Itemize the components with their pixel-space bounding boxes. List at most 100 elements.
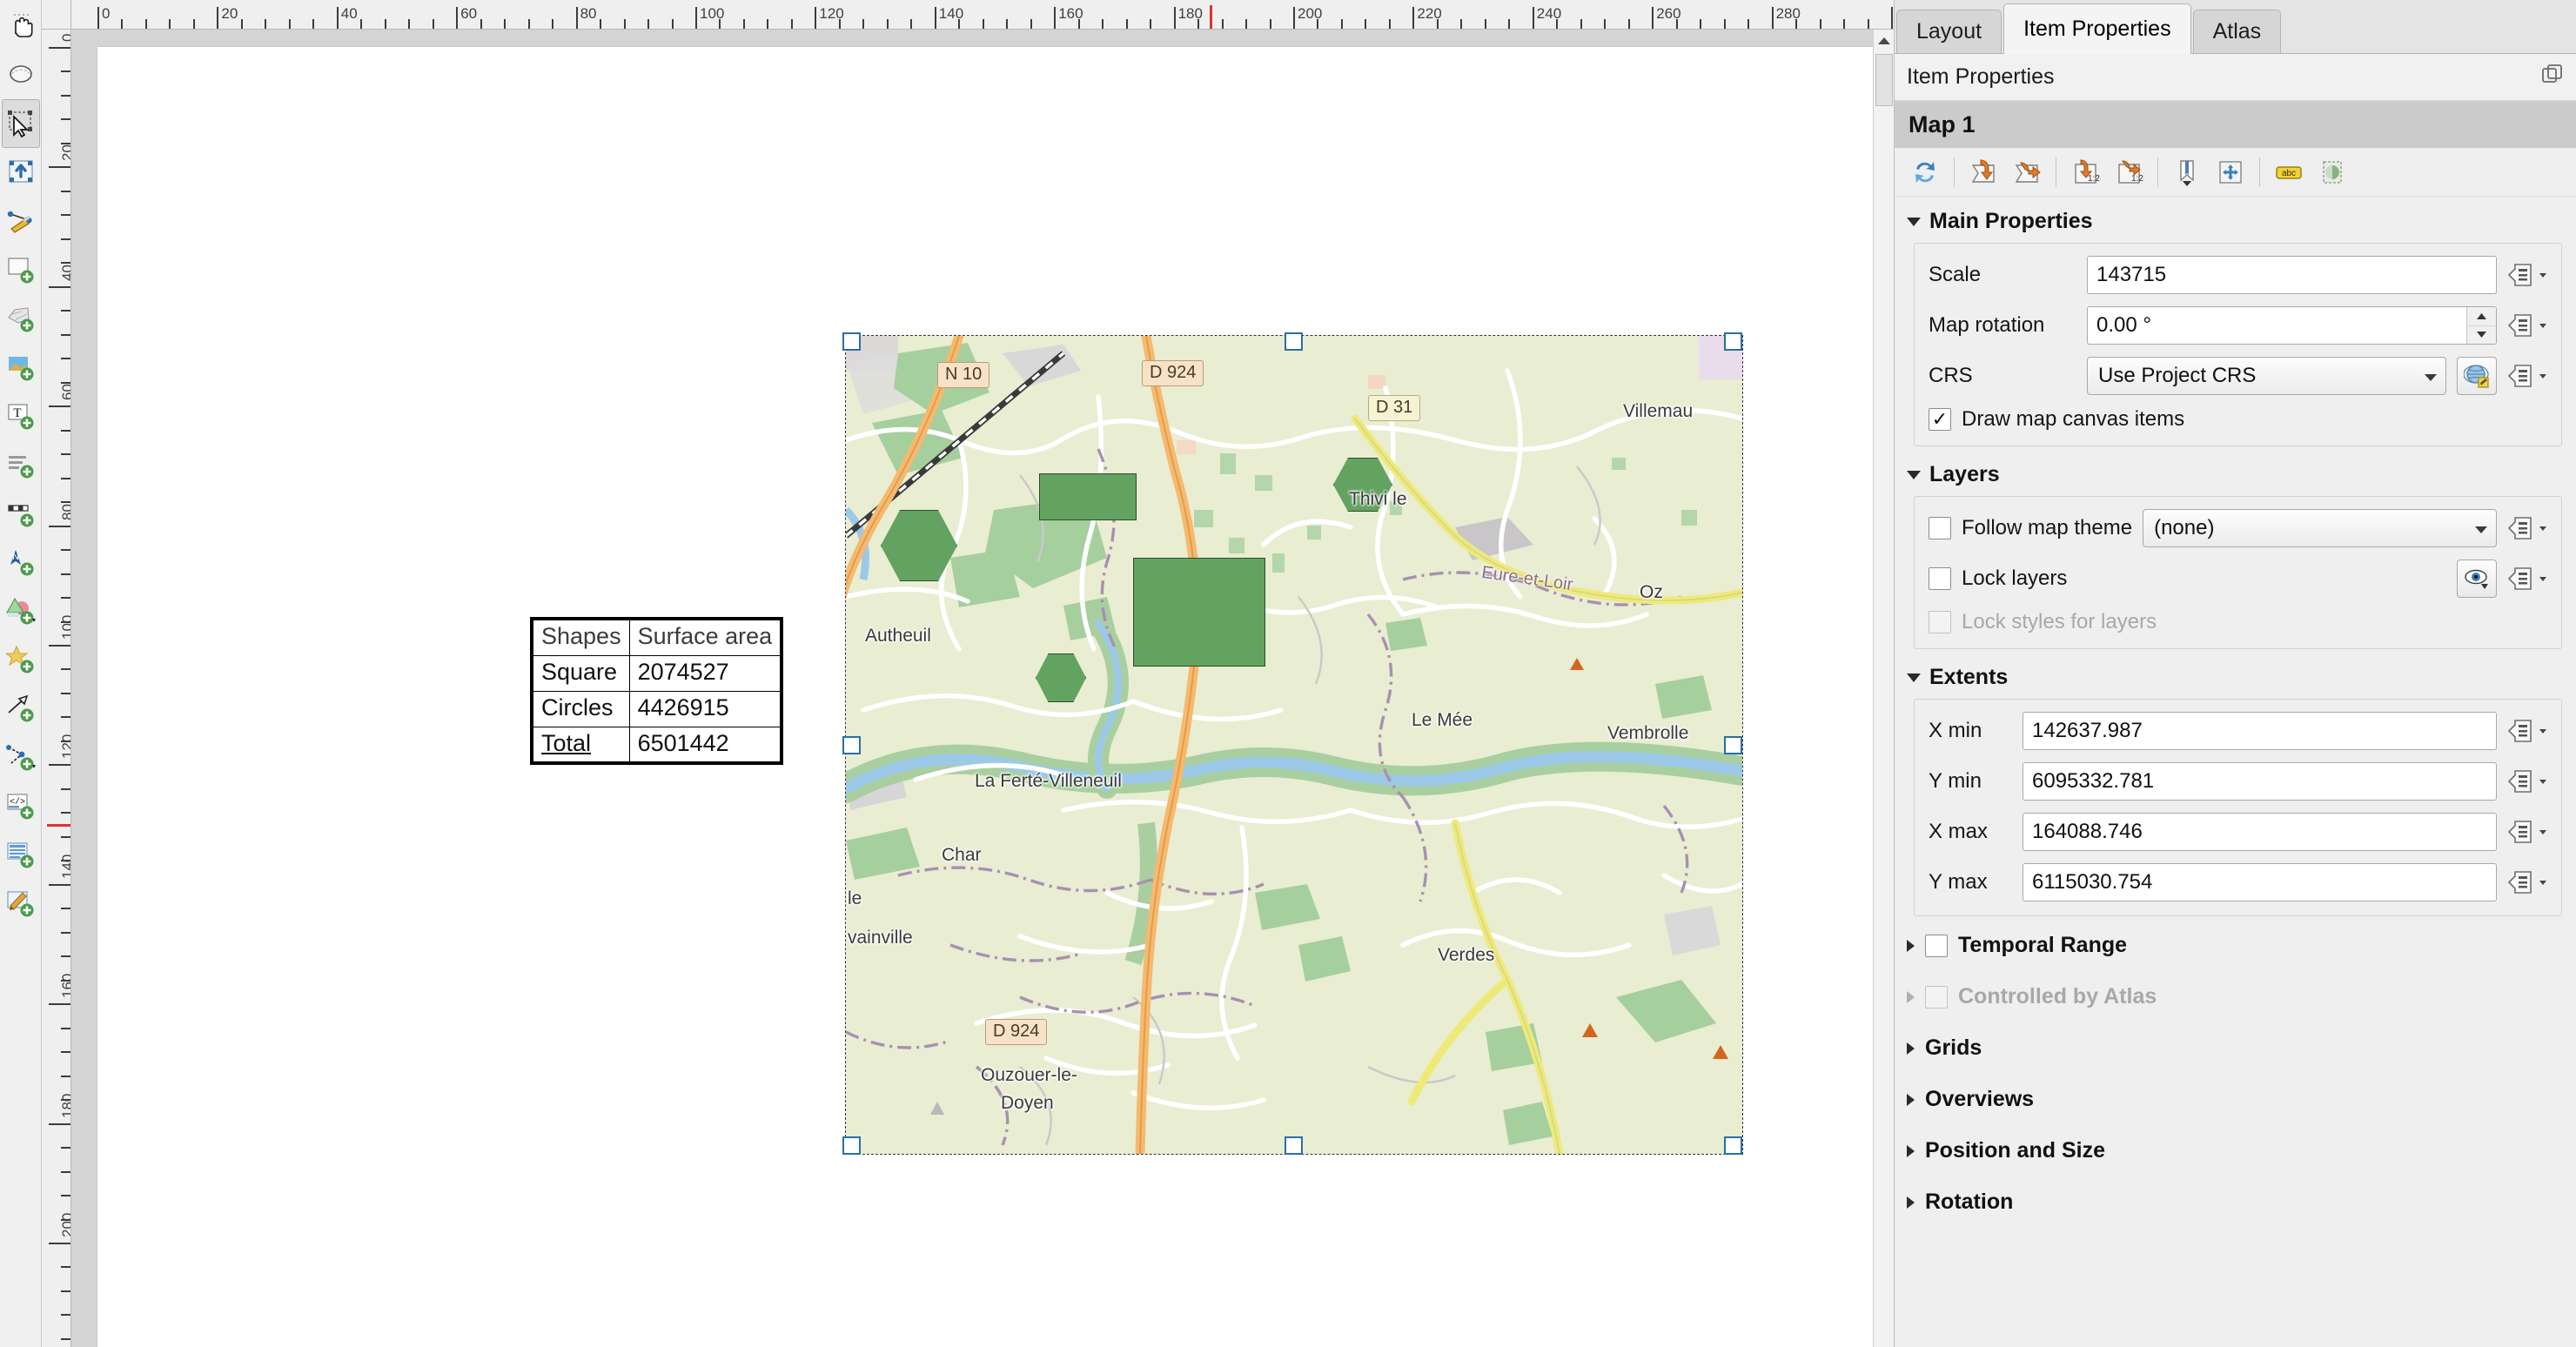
refresh-icon[interactable] — [1905, 152, 1945, 192]
canvas-scroll-thumb[interactable] — [1875, 54, 1893, 106]
add-map-tool[interactable] — [2, 245, 40, 294]
spin-up-icon[interactable] — [2467, 307, 2496, 326]
crs-select[interactable]: Use Project CRS — [2087, 357, 2446, 395]
x-max-data-defined-override-button[interactable] — [2507, 814, 2547, 849]
add-north-arrow-tool[interactable]: N — [2, 538, 40, 586]
crs-data-defined-override-button[interactable] — [2507, 359, 2547, 393]
add-html-tool[interactable]: </> — [2, 781, 40, 830]
section-header-grids[interactable]: Grids — [1895, 1022, 2576, 1074]
add-node-item-tool[interactable] — [2, 733, 40, 781]
add-scalebar-tool[interactable] — [2, 489, 40, 538]
edit-nodes-tool[interactable] — [2, 197, 40, 245]
section-header-layers[interactable]: Layers — [1895, 450, 2576, 496]
add-arrow-tool[interactable] — [2, 684, 40, 733]
ruler-minor-tick — [61, 1051, 70, 1054]
tab-item-properties[interactable]: Item Properties — [2003, 3, 2191, 54]
item-properties-body[interactable]: Main Properties Scale 143715 Map rotatio… — [1895, 197, 2576, 1347]
map-rotation-data-defined-override-button[interactable] — [2507, 308, 2547, 343]
section-title-temporal-range: Temporal Range — [1958, 933, 2128, 957]
section-header-position-and-size[interactable]: Position and Size — [1895, 1125, 2576, 1176]
edit-extent-icon[interactable] — [2210, 152, 2251, 192]
follow-map-theme-checkbox[interactable] — [1929, 517, 1951, 539]
vertical-ruler[interactable]: 0 20 40 60 80 100 120 140 160 180 200 — [42, 30, 71, 1347]
section-header-overviews[interactable]: Overviews — [1895, 1074, 2576, 1125]
follow-map-theme-data-defined-override-button[interactable] — [2507, 511, 2547, 546]
x-max-input[interactable]: 164088.746 — [2023, 813, 2497, 851]
map-scale-from-canvas-icon[interactable]: 1:23 — [2065, 152, 2105, 192]
map-selection-handle-se[interactable] — [1724, 1136, 1742, 1155]
x-min-input[interactable]: 142637.987 — [2023, 712, 2497, 750]
abc-label-icon[interactable]: abc — [2269, 152, 2309, 192]
map-rotation-stepper[interactable]: 0.00 ° — [2087, 306, 2497, 345]
map-selection-handle-n[interactable] — [1285, 332, 1303, 351]
draw-map-canvas-items-checkbox[interactable]: ✓ — [1929, 408, 1951, 431]
chevron-right-icon — [1907, 939, 1915, 952]
y-min-data-defined-override-button[interactable] — [2507, 764, 2547, 799]
scale-input[interactable]: 143715 — [2087, 256, 2497, 294]
draw-map-canvas-items-row[interactable]: ✓ Draw map canvas items — [1929, 407, 2547, 432]
temporal-range-checkbox[interactable] — [1925, 934, 1948, 957]
add-legend-tool[interactable] — [2, 440, 40, 489]
set-layer-list-from-canvas-button[interactable] — [2457, 560, 2497, 598]
map-selection-handle-nw[interactable] — [842, 332, 861, 351]
canvas-from-map-extent-icon[interactable] — [2007, 152, 2047, 192]
ruler-minor-tick — [61, 238, 70, 240]
select-crs-button[interactable] — [2457, 357, 2497, 395]
map-selection-handle-ne[interactable] — [1724, 332, 1742, 351]
ruler-minor-tick — [1030, 19, 1032, 29]
lock-layers-data-defined-override-button[interactable] — [2507, 561, 2547, 596]
add-3dmap-tool[interactable] — [2, 294, 40, 343]
spin-down-icon[interactable] — [2467, 325, 2496, 344]
vertical-ruler-guide[interactable] — [47, 824, 70, 828]
tab-layout[interactable]: Layout — [1896, 10, 2002, 53]
add-shape-tool[interactable] — [2, 586, 40, 635]
add-table-tool[interactable] — [2, 830, 40, 879]
layout-map-item[interactable]: N 10 D 924 D 31 D 924 D 50 Villemau Thiv… — [845, 335, 1743, 1155]
pan-layout-tool[interactable] — [2, 2, 40, 50]
canvas-vertical-scrollbar[interactable] — [1873, 30, 1894, 1347]
section-header-extents[interactable]: Extents — [1895, 653, 2576, 699]
layout-canvas-viewport[interactable]: Shapes Surface area Square 2074527 Circl… — [71, 30, 1894, 1347]
ruler-minor-tick — [1340, 19, 1343, 29]
add-manual-table-tool[interactable] — [2, 879, 40, 928]
add-picture-tool[interactable] — [2, 343, 40, 392]
map-extent-from-canvas-icon[interactable] — [1963, 152, 2003, 192]
horizontal-ruler[interactable]: 0204060801001201401601802002202402602803… — [71, 0, 1894, 30]
y-min-input[interactable]: 6095332.781 — [2023, 762, 2497, 801]
move-item-content-tool[interactable] — [2, 148, 40, 197]
y-max-input[interactable]: 6115030.754 — [2023, 863, 2497, 901]
scale-data-defined-override-button[interactable] — [2507, 258, 2547, 292]
map-theme-select[interactable]: (none) — [2143, 509, 2497, 547]
x-min-data-defined-override-button[interactable] — [2507, 714, 2547, 748]
zoom-tool[interactable] — [2, 50, 40, 99]
table-cell-area-circles: 4426915 — [628, 690, 782, 727]
add-label-tool[interactable]: T — [2, 392, 40, 440]
ruler-label: 120 — [59, 734, 71, 760]
layout-table-item[interactable]: Shapes Surface area Square 2074527 Circl… — [530, 617, 784, 766]
scroll-up-icon[interactable] — [1874, 30, 1895, 52]
clip-icon[interactable] — [2312, 152, 2352, 192]
ruler-minor-tick — [61, 1266, 70, 1269]
map-selection-handle-sw[interactable] — [842, 1136, 861, 1155]
add-marker-tool[interactable] — [2, 635, 40, 684]
ruler-minor-tick — [61, 214, 70, 217]
section-header-temporal-range[interactable]: Temporal Range — [1895, 920, 2576, 971]
canvas-from-map-scale-icon[interactable]: 1:23 — [2109, 152, 2149, 192]
undock-icon[interactable] — [2541, 64, 2564, 90]
section-header-main-properties[interactable]: Main Properties — [1895, 197, 2576, 243]
crs-value: Use Project CRS — [2098, 364, 2257, 387]
layout-page[interactable]: Shapes Surface area Square 2074527 Circl… — [97, 47, 1890, 1347]
ruler-minor-tick — [61, 477, 70, 479]
section-header-rotation[interactable]: Rotation — [1895, 1176, 2576, 1228]
horizontal-ruler-guide[interactable] — [1209, 5, 1212, 29]
y-max-data-defined-override-button[interactable] — [2507, 865, 2547, 900]
map-place-label: Vembrolle — [1607, 723, 1689, 743]
map-rotation-spin-buttons[interactable] — [2466, 307, 2496, 344]
bookmark-icon[interactable] — [2167, 152, 2207, 192]
map-selection-handle-s[interactable] — [1285, 1136, 1303, 1155]
lock-layers-checkbox[interactable] — [1929, 567, 1951, 590]
map-selection-handle-w[interactable] — [842, 736, 861, 754]
tab-atlas[interactable]: Atlas — [2192, 10, 2282, 53]
map-selection-handle-e[interactable] — [1724, 736, 1742, 754]
select-move-item-tool[interactable] — [1, 99, 40, 148]
